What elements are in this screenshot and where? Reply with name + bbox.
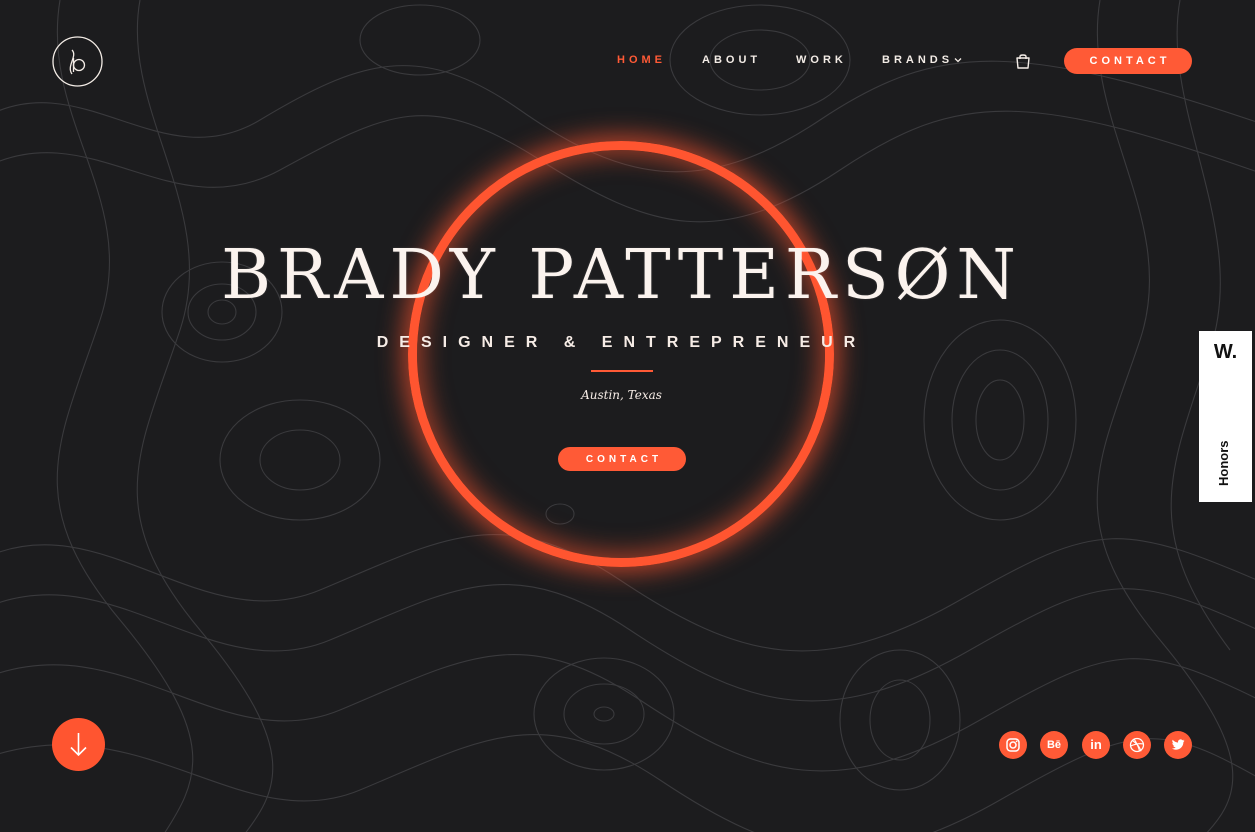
scroll-down-button[interactable] xyxy=(52,718,105,771)
nav-item-brands-label: BRANDS xyxy=(882,54,954,66)
nav-item-about[interactable]: ABOUT xyxy=(702,54,761,66)
honors-logo: W. xyxy=(1213,341,1238,363)
nav-item-home[interactable]: HOME xyxy=(617,54,666,66)
bp-monogram-logo[interactable] xyxy=(52,36,103,87)
honors-badge[interactable]: W. Honors xyxy=(1199,331,1252,502)
glowing-ring xyxy=(408,141,834,567)
honors-label: Honors xyxy=(1216,440,1231,487)
social-behance[interactable]: Bē xyxy=(1040,731,1068,759)
hero-location: Austin, Texas xyxy=(581,388,662,402)
twitter-icon xyxy=(1172,739,1185,750)
social-instagram[interactable] xyxy=(999,731,1027,759)
header-contact-button[interactable]: CONTACT xyxy=(1064,48,1192,74)
hero-divider xyxy=(591,370,653,372)
chevron-down-icon xyxy=(954,58,962,63)
hero-subtitle: DESIGNER & ENTREPRENEUR xyxy=(376,334,867,351)
nav-item-work[interactable]: WORK xyxy=(796,54,847,66)
shopping-bag-icon[interactable] xyxy=(1014,52,1032,70)
social-dribbble[interactable] xyxy=(1123,731,1151,759)
hero-name: BRADY PATTERSØN xyxy=(221,236,1022,315)
social-linkedin[interactable]: in xyxy=(1082,731,1110,759)
dribbble-icon xyxy=(1129,737,1145,753)
linkedin-icon: in xyxy=(1090,737,1102,752)
behance-icon: Bē xyxy=(1046,739,1062,751)
nav-item-brands[interactable]: BRANDS xyxy=(882,54,962,66)
social-twitter[interactable] xyxy=(1164,731,1192,759)
instagram-icon xyxy=(1006,738,1020,752)
hero-contact-button[interactable]: CONTACT xyxy=(558,447,686,471)
arrow-down-icon xyxy=(70,733,87,757)
